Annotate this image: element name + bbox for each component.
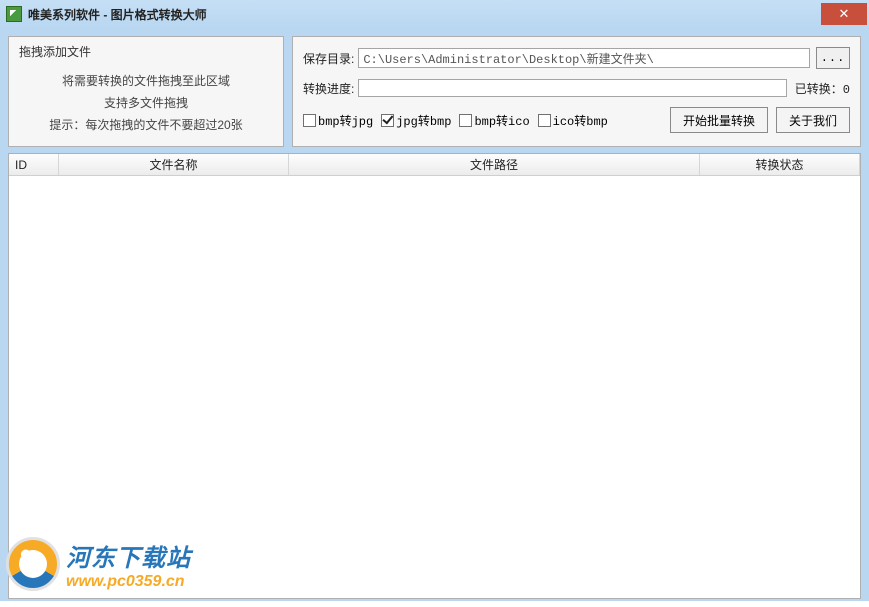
progress-row: 转换进度: 已转换：0 (303, 79, 850, 97)
file-table: ID 文件名称 文件路径 转换状态 (8, 153, 861, 599)
checkbox-box-bmp2ico (459, 114, 472, 127)
top-panels: 拖拽添加文件 将需要转换的文件拖拽至此区域 支持多文件拖拽 提示：每次拖拽的文件… (8, 36, 861, 147)
checkbox-box-jpg2bmp (381, 114, 394, 127)
col-name[interactable]: 文件名称 (59, 154, 289, 175)
checkbox-label-bmp2jpg: bmp转jpg (318, 112, 373, 129)
content-area: 拖拽添加文件 将需要转换的文件拖拽至此区域 支持多文件拖拽 提示：每次拖拽的文件… (0, 28, 869, 607)
checkbox-jpg2bmp[interactable]: jpg转bmp (381, 112, 451, 129)
checkbox-bmp2ico[interactable]: bmp转ico (459, 112, 529, 129)
col-status[interactable]: 转换状态 (700, 154, 860, 175)
start-convert-button[interactable]: 开始批量转换 (670, 107, 768, 133)
titlebar: 唯美系列软件 - 图片格式转换大师 ✕ (0, 0, 869, 28)
browse-button[interactable]: ... (816, 47, 850, 69)
dropzone-hint-3: 提示：每次拖拽的文件不要超过20张 (19, 114, 273, 136)
dropzone-hint-1: 将需要转换的文件拖拽至此区域 (19, 70, 273, 92)
about-button[interactable]: 关于我们 (776, 107, 850, 133)
save-dir-input[interactable] (358, 48, 810, 68)
checkbox-ico2bmp[interactable]: ico转bmp (538, 112, 608, 129)
app-icon (6, 6, 22, 22)
progress-bar (358, 79, 786, 97)
col-path[interactable]: 文件路径 (289, 154, 700, 175)
converted-text: 已转换： (795, 83, 843, 97)
table-body (9, 176, 860, 599)
dropzone-hint-2: 支持多文件拖拽 (19, 92, 273, 114)
app-window: 唯美系列软件 - 图片格式转换大师 ✕ 拖拽添加文件 将需要转换的文件拖拽至此区… (0, 0, 869, 601)
checkbox-box-ico2bmp (538, 114, 551, 127)
progress-label: 转换进度: (303, 80, 354, 97)
checkbox-label-ico2bmp: ico转bmp (553, 112, 608, 129)
checkbox-label-jpg2bmp: jpg转bmp (396, 112, 451, 129)
dropzone-title: 拖拽添加文件 (19, 43, 273, 60)
options-row: bmp转jpg jpg转bmp bmp转ico ico转bmp (303, 107, 850, 133)
checkbox-label-bmp2ico: bmp转ico (474, 112, 529, 129)
converted-count: 0 (843, 83, 850, 97)
col-id[interactable]: ID (9, 154, 59, 175)
settings-panel: 保存目录: ... 转换进度: 已转换：0 bmp转jpg (292, 36, 861, 147)
checkbox-bmp2jpg[interactable]: bmp转jpg (303, 112, 373, 129)
window-title: 唯美系列软件 - 图片格式转换大师 (28, 6, 821, 23)
close-button[interactable]: ✕ (821, 3, 867, 25)
table-header: ID 文件名称 文件路径 转换状态 (9, 154, 860, 176)
converted-label: 已转换：0 (795, 80, 850, 97)
checkbox-box-bmp2jpg (303, 114, 316, 127)
drop-zone[interactable]: 拖拽添加文件 将需要转换的文件拖拽至此区域 支持多文件拖拽 提示：每次拖拽的文件… (8, 36, 284, 147)
save-dir-row: 保存目录: ... (303, 47, 850, 69)
save-dir-label: 保存目录: (303, 50, 354, 67)
